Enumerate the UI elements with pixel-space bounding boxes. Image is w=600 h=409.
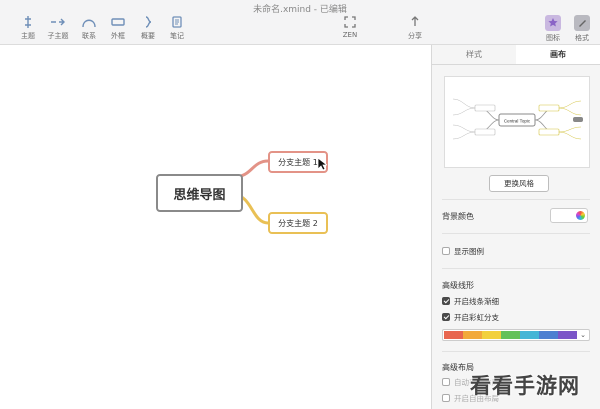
divider <box>442 268 590 269</box>
relationship-icon <box>82 19 96 28</box>
rainbow-swatch <box>463 331 482 339</box>
share-icon <box>411 16 419 26</box>
note-label: 笔记 <box>170 32 184 40</box>
subtopic-button[interactable]: 子主题 <box>44 15 72 41</box>
advanced-lines-heading: 高级线形 <box>442 281 474 290</box>
format-label: 格式 <box>575 34 589 42</box>
topic-icon <box>25 16 31 28</box>
format-button[interactable]: 格式 <box>568 15 596 43</box>
note-button[interactable]: 笔记 <box>163 15 191 41</box>
tapered-lines-label: 开启线条渐细 <box>454 297 499 306</box>
chevron-down-icon: ⌄ <box>580 331 586 339</box>
rainbow-swatch <box>501 331 520 339</box>
bg-color-label: 背景颜色 <box>442 212 474 221</box>
share-label: 分享 <box>408 32 422 40</box>
paint-icon <box>574 15 590 31</box>
auto-balance-checkbox[interactable] <box>442 378 450 386</box>
summary-label: 概要 <box>141 32 155 40</box>
site-watermark: 看看手游网 <box>470 374 580 398</box>
boundary-icon <box>111 18 125 26</box>
divider <box>442 233 590 234</box>
branch-connectors <box>233 159 269 225</box>
note-icon <box>172 16 182 28</box>
toolbar: 未命名.xmind - 已编辑 主题 子主题 联系 外框 概要 笔记 ZEN 分… <box>0 0 600 45</box>
free-layout-checkbox[interactable] <box>442 394 450 402</box>
rainbow-swatch <box>539 331 558 339</box>
summary-icon <box>145 16 152 28</box>
tapered-lines-checkbox[interactable] <box>442 297 450 305</box>
preview-central-label: Central Topic <box>504 119 531 124</box>
divider <box>442 199 590 200</box>
format-panel: 样式 画布 Central Topic 更换风格 背景颜色 显示图例 高级线形 … <box>431 45 600 409</box>
divider <box>442 351 590 352</box>
tab-style[interactable]: 样式 <box>432 45 516 64</box>
mindmap-canvas[interactable]: 思维导图 分支主题 1 分支主题 2 <box>0 45 431 409</box>
rainbow-color-select[interactable]: ⌄ <box>442 329 590 341</box>
subtopic-label: 子主题 <box>47 32 69 40</box>
relationship-button[interactable]: 联系 <box>75 15 103 41</box>
rainbow-branches-label: 开启彩虹分支 <box>454 313 499 322</box>
change-theme-button[interactable]: 更换风格 <box>489 175 549 192</box>
topic-label: 主题 <box>21 32 35 40</box>
bg-color-picker[interactable] <box>550 208 588 223</box>
topic-button[interactable]: 主题 <box>14 15 42 41</box>
tab-canvas[interactable]: 画布 <box>516 45 600 64</box>
show-legend-label: 显示图例 <box>454 247 484 256</box>
mouse-cursor-icon <box>317 157 327 171</box>
panel-tabs: 样式 画布 <box>432 45 600 65</box>
theme-preview[interactable]: Central Topic <box>444 76 590 168</box>
theme-preview-map: Central Topic <box>452 98 583 140</box>
rainbow-swatch <box>520 331 539 339</box>
branch-topic-2[interactable]: 分支主题 2 <box>268 212 328 234</box>
icons-label: 图标 <box>546 34 560 42</box>
rainbow-swatch <box>558 331 577 339</box>
rainbow-branches-checkbox[interactable] <box>442 313 450 321</box>
relationship-label: 联系 <box>82 32 96 40</box>
rainbow-swatch <box>482 331 501 339</box>
icons-button[interactable]: 图标 <box>539 15 567 43</box>
boundary-button[interactable]: 外框 <box>104 15 132 41</box>
fullscreen-icon <box>344 16 356 28</box>
zen-label: ZEN <box>342 31 358 39</box>
window-title: 未命名.xmind - 已编辑 <box>253 5 347 15</box>
color-wheel-icon <box>576 211 585 220</box>
boundary-label: 外框 <box>111 32 125 40</box>
summary-button[interactable]: 概要 <box>134 15 162 41</box>
rainbow-swatch <box>444 331 463 339</box>
star-icon <box>545 15 561 31</box>
share-button[interactable]: 分享 <box>401 15 429 41</box>
zen-button[interactable]: ZEN <box>336 15 364 39</box>
central-topic[interactable]: 思维导图 <box>156 174 243 212</box>
subtopic-icon <box>51 18 65 26</box>
show-legend-checkbox[interactable] <box>442 247 450 255</box>
